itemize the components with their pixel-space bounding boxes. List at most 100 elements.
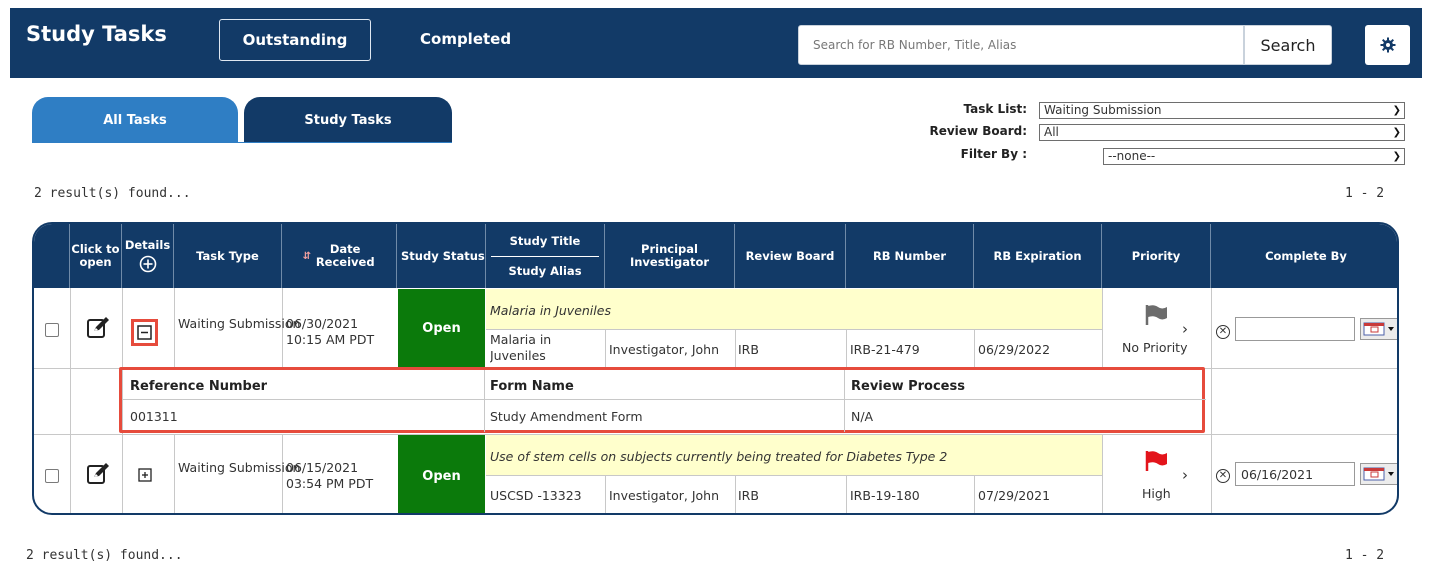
detail-header-reference: Reference Number xyxy=(130,379,268,394)
chevron-down-icon: ❯ xyxy=(1392,105,1401,116)
complete-by-input[interactable] xyxy=(1235,317,1355,341)
study-title[interactable]: Malaria in Juveniles xyxy=(490,303,611,319)
grid-line xyxy=(974,475,975,513)
gear-icon xyxy=(1380,37,1395,53)
filter-by-select[interactable]: --none-- ❯ xyxy=(1103,148,1405,165)
header-click-to-open: Click to open xyxy=(70,224,122,288)
grid-line xyxy=(174,434,175,513)
grid-line xyxy=(1102,434,1103,513)
calendar-button[interactable] xyxy=(1360,463,1397,485)
details-panel xyxy=(119,367,1205,433)
detail-header-review-process: Review Process xyxy=(851,379,965,394)
grid-line xyxy=(486,475,1102,476)
header-details[interactable]: Details xyxy=(122,224,174,288)
search-input[interactable] xyxy=(798,25,1244,65)
grid-line xyxy=(844,370,845,432)
task-type: Waiting Submission xyxy=(178,460,301,475)
review-board-select[interactable]: All ❯ xyxy=(1039,124,1405,141)
tab-outstanding[interactable]: Outstanding xyxy=(219,19,371,61)
rb-number: IRB-21-479 xyxy=(850,342,920,357)
review-board-label: Review Board: xyxy=(929,124,1027,138)
grid-line xyxy=(122,399,1206,400)
calendar-icon xyxy=(1363,322,1394,336)
collapse-icon xyxy=(137,325,152,340)
grid-line xyxy=(70,288,71,513)
rb-expiration: 06/29/2022 xyxy=(978,342,1051,357)
results-count-top: 2 result(s) found... xyxy=(34,186,191,201)
study-status-badge: Open xyxy=(398,289,485,368)
filter-by-value: --none-- xyxy=(1108,149,1156,163)
complete-by-input[interactable] xyxy=(1235,462,1355,486)
search-button[interactable]: Search xyxy=(1244,25,1332,65)
table-header: Click to open Details Task Type ⇵ Date R… xyxy=(34,224,1397,288)
study-title[interactable]: Use of stem cells on subjects currently … xyxy=(490,449,947,465)
header-study-alias: Study Alias xyxy=(508,263,582,278)
grid-line xyxy=(605,475,606,513)
tab-all-tasks[interactable]: All Tasks xyxy=(32,97,238,143)
tab-divider xyxy=(32,142,452,143)
date-received: 06/15/2021 xyxy=(286,460,359,475)
row-checkbox[interactable] xyxy=(45,469,59,483)
task-list-select[interactable]: Waiting Submission ❯ xyxy=(1039,102,1405,119)
grid-line xyxy=(846,475,847,513)
task-list-value: Waiting Submission xyxy=(1044,103,1162,117)
chevron-down-icon: ❯ xyxy=(1392,151,1401,162)
header-date-received-label: Date Received xyxy=(315,242,375,269)
flag-grey-icon[interactable] xyxy=(1145,304,1169,326)
results-count-bottom: 2 result(s) found... xyxy=(26,548,183,563)
rb-number: IRB-19-180 xyxy=(850,488,920,503)
header-date-received[interactable]: ⇵ Date Received xyxy=(282,224,397,288)
flag-red-icon[interactable] xyxy=(1145,450,1169,472)
header-study-title-alias: Study Title Study Alias xyxy=(486,224,605,288)
chevron-right-icon[interactable]: › xyxy=(1182,321,1188,337)
task-type: Waiting Submission xyxy=(178,316,301,331)
detail-header-form-name: Form Name xyxy=(490,379,574,394)
time-received: 03:54 PM PDT xyxy=(286,476,374,491)
detail-reference-number: 001311 xyxy=(130,409,178,424)
sort-az-icon[interactable]: ⇵ xyxy=(303,250,311,263)
filter-by-label: Filter By : xyxy=(960,147,1027,161)
expand-icon[interactable] xyxy=(138,468,152,482)
tasks-table: Click to open Details Task Type ⇵ Date R… xyxy=(32,222,1399,515)
calendar-button[interactable] xyxy=(1360,318,1397,340)
settings-button[interactable] xyxy=(1365,25,1410,65)
collapse-details-button[interactable] xyxy=(131,319,158,346)
row-checkbox[interactable] xyxy=(45,323,59,337)
header-priority: Priority xyxy=(1102,224,1211,288)
task-list-label: Task List: xyxy=(963,102,1027,116)
grid-line xyxy=(974,329,975,368)
date-received: 06/30/2021 xyxy=(286,316,359,331)
grid-line xyxy=(484,370,485,432)
clear-date-icon[interactable]: ✕ xyxy=(1216,469,1230,483)
grid-line xyxy=(735,329,736,368)
page-title: Study Tasks xyxy=(26,22,167,46)
time-received: 10:15 AM PDT xyxy=(286,332,375,347)
rb-expiration: 07/29/2021 xyxy=(978,488,1051,503)
principal-investigator: Investigator, John xyxy=(609,488,719,503)
tab-study-tasks[interactable]: Study Tasks xyxy=(244,97,452,143)
expand-all-icon[interactable] xyxy=(139,255,157,273)
edit-icon[interactable] xyxy=(86,316,110,340)
results-range-bottom: 1 - 2 xyxy=(1345,548,1385,563)
edit-icon[interactable] xyxy=(86,462,110,486)
study-alias: USCSD -13323 xyxy=(490,488,582,503)
header-select xyxy=(34,224,70,288)
grid-line xyxy=(605,329,606,368)
header-principal-investigator: Principal Investigator xyxy=(605,224,735,288)
header-study-status: Study Status xyxy=(397,224,486,288)
header-review-board: Review Board xyxy=(735,224,846,288)
grid-line xyxy=(735,475,736,513)
header-rb-number: RB Number xyxy=(846,224,974,288)
study-alias: Malaria in Juveniles xyxy=(490,332,552,363)
clear-date-icon[interactable]: ✕ xyxy=(1216,325,1230,339)
chevron-right-icon[interactable]: › xyxy=(1182,467,1188,483)
top-nav-bar: Study Tasks Outstanding Completed Search xyxy=(10,8,1422,78)
tab-completed[interactable]: Completed xyxy=(420,30,511,48)
header-study-title: Study Title xyxy=(509,233,581,248)
detail-form-name: Study Amendment Form xyxy=(490,409,643,424)
review-board: IRB xyxy=(738,342,759,357)
principal-investigator: Investigator, John xyxy=(609,342,719,357)
results-range-top: 1 - 2 xyxy=(1345,186,1385,201)
review-board: IRB xyxy=(738,488,759,503)
header-rb-expiration: RB Expiration xyxy=(974,224,1102,288)
